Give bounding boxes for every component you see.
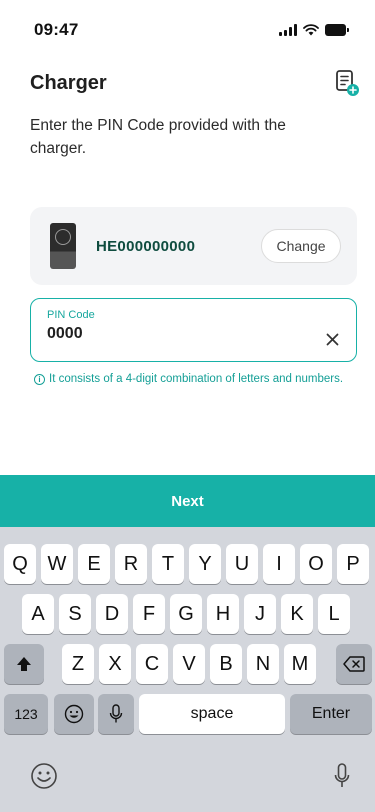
keyboard: QWERTYUIOP ASDFGHJKL ZXCVBNM 123 space E… (0, 527, 375, 812)
pin-code-input[interactable] (47, 325, 297, 343)
key-v[interactable]: V (173, 644, 205, 684)
key-m[interactable]: M (284, 644, 316, 684)
battery-icon (325, 24, 349, 36)
key-l[interactable]: L (318, 594, 350, 634)
pin-code-label: PIN Code (47, 309, 95, 321)
key-o[interactable]: O (300, 544, 332, 584)
key-x[interactable]: X (99, 644, 131, 684)
key-a[interactable]: A (22, 594, 54, 634)
charger-image (50, 223, 76, 269)
key-f[interactable]: F (133, 594, 165, 634)
dictation-button[interactable] (334, 762, 350, 795)
info-icon: i (34, 374, 45, 385)
key-e[interactable]: E (78, 544, 110, 584)
status-time: 09:47 (34, 20, 79, 39)
next-button[interactable]: Next (0, 475, 375, 527)
space-key[interactable]: space (139, 694, 285, 734)
clear-input-button[interactable] (322, 329, 342, 349)
enter-key[interactable]: Enter (290, 694, 372, 734)
header: Charger (30, 66, 360, 100)
close-icon (326, 333, 338, 345)
key-q[interactable]: Q (4, 544, 36, 584)
key-p[interactable]: P (337, 544, 369, 584)
emoji-icon (64, 704, 84, 724)
key-g[interactable]: G (170, 594, 202, 634)
emoji-key[interactable] (54, 694, 94, 734)
shift-key[interactable] (4, 644, 44, 684)
key-u[interactable]: U (226, 544, 258, 584)
pin-hint-text: It consists of a 4-digit combination of … (49, 373, 344, 385)
key-d[interactable]: D (96, 594, 128, 634)
key-b[interactable]: B (210, 644, 242, 684)
microphone-icon (109, 704, 123, 723)
numbers-key[interactable]: 123 (4, 694, 48, 734)
key-c[interactable]: C (136, 644, 168, 684)
status-icons (279, 24, 349, 36)
instruction-text: Enter the PIN Code provided with the cha… (30, 117, 286, 157)
microphone-icon (334, 763, 350, 787)
emoji-icon (31, 763, 57, 789)
backspace-icon (343, 656, 365, 672)
key-n[interactable]: N (247, 644, 279, 684)
key-r[interactable]: R (115, 544, 147, 584)
change-charger-button[interactable]: Change (261, 229, 341, 263)
pin-code-field[interactable]: PIN Code (30, 298, 357, 362)
document-add-button[interactable] (334, 69, 360, 97)
key-w[interactable]: W (41, 544, 73, 584)
key-k[interactable]: K (281, 594, 313, 634)
status-bar: 09:47 (0, 0, 375, 60)
key-h[interactable]: H (207, 594, 239, 634)
shift-icon (17, 657, 31, 671)
backspace-key[interactable] (336, 644, 372, 684)
document-add-icon (336, 70, 359, 96)
key-j[interactable]: J (244, 594, 276, 634)
dictation-key[interactable] (98, 694, 134, 734)
key-t[interactable]: T (152, 544, 184, 584)
emoji-switch-button[interactable] (30, 762, 58, 795)
key-z[interactable]: Z (62, 644, 94, 684)
cellular-signal-icon (279, 24, 297, 36)
wifi-icon (303, 24, 319, 36)
charger-card: HE000000000 Change (30, 207, 357, 285)
key-y[interactable]: Y (189, 544, 221, 584)
pin-hint: i It consists of a 4-digit combination o… (34, 371, 352, 388)
key-i[interactable]: I (263, 544, 295, 584)
key-s[interactable]: S (59, 594, 91, 634)
charger-id: HE000000000 (96, 237, 196, 255)
page-title: Charger (30, 71, 107, 94)
